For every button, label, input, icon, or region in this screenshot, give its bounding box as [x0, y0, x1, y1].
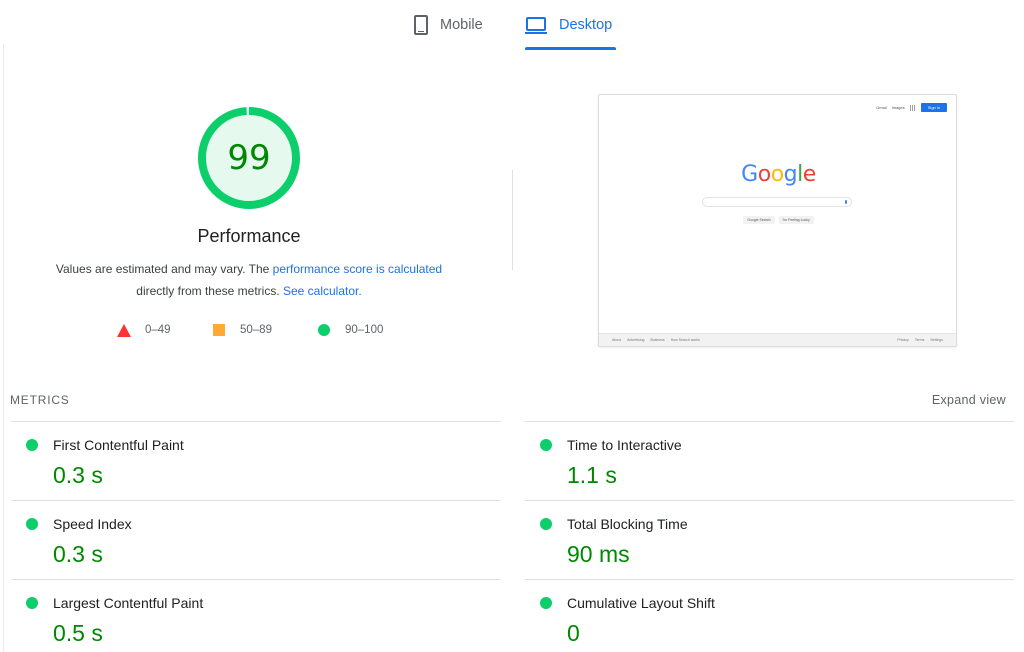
pass-circle-icon [26, 439, 38, 451]
metric-value: 90 ms [567, 541, 630, 567]
thumb-footer-link: Advertising [627, 338, 645, 342]
pass-circle-icon [540, 518, 552, 530]
google-logo: Google [741, 162, 816, 187]
triangle-icon [117, 323, 131, 337]
metric-total-blocking-time: Total Blocking Time 90 ms [525, 500, 1014, 579]
pass-circle-icon [26, 518, 38, 530]
tab-mobile[interactable]: Mobile [414, 10, 483, 40]
thumb-sign-in: Sign in [920, 103, 947, 112]
metrics-right-column: Time to Interactive 1.1 s Total Blocking… [525, 421, 1014, 652]
phone-icon [414, 15, 428, 35]
legend-fail-label: 0–49 [145, 324, 171, 336]
thumb-footer-link: About [612, 338, 622, 342]
thumb-google-search: Google Search [743, 216, 775, 224]
desc-text-1: Values are estimated and may vary. The [55, 262, 273, 276]
thumb-footer: About Advertising Business How Search wo… [599, 333, 956, 346]
pass-circle-icon [540, 597, 552, 609]
form-factor-tabs: Mobile Desktop [0, 0, 1024, 52]
see-calculator-link[interactable]: See calculator. [283, 284, 362, 298]
score-calculation-link[interactable]: performance score is calculated [273, 262, 442, 276]
metric-title: Time to Interactive [567, 437, 682, 453]
apps-icon [909, 104, 916, 111]
metric-title: Total Blocking Time [567, 516, 688, 532]
legend-fail: 0–49 [117, 321, 171, 339]
performance-score: 99 [227, 138, 271, 178]
performance-description: Values are estimated and may vary. The p… [28, 258, 470, 302]
metric-speed-index: Speed Index 0.3 s [11, 500, 501, 579]
metric-cumulative-layout-shift: Cumulative Layout Shift 0 [525, 579, 1014, 652]
legend-pass: 90–100 [318, 321, 383, 339]
metric-title: Cumulative Layout Shift [567, 595, 715, 611]
desc-text-2: directly from these metrics. [136, 284, 283, 298]
metric-first-contentful-paint: First Contentful Paint 0.3 s [11, 421, 501, 500]
thumb-images: Images [891, 105, 905, 110]
expand-view-button[interactable]: Expand view [932, 393, 1006, 407]
thumb-footer-link: Business [650, 338, 665, 342]
thumb-footer-link: Privacy [897, 338, 909, 342]
thumb-feeling-lucky: I'm Feeling Lucky [778, 216, 814, 224]
metric-title: Largest Contentful Paint [53, 595, 204, 611]
metrics-left-column: First Contentful Paint 0.3 s Speed Index… [11, 421, 501, 652]
legend-pass-label: 90–100 [345, 324, 384, 336]
final-screenshot[interactable]: Gmail Images Sign in Google Google Searc… [598, 94, 957, 347]
metric-value: 0 [567, 620, 580, 646]
thumb-header-links: Gmail Images Sign in [871, 103, 947, 112]
thumb-footer-link: How Search works [670, 338, 700, 342]
thumb-search-box [702, 197, 852, 207]
pass-circle-icon [26, 597, 38, 609]
thumb-footer-link: Terms [914, 338, 925, 342]
circle-icon [318, 324, 330, 336]
thumb-footer-link: Settings [930, 338, 943, 342]
center-divider [512, 170, 513, 270]
tab-mobile-label: Mobile [440, 17, 483, 33]
metrics-header: METRICS [10, 393, 70, 407]
square-icon [213, 324, 225, 336]
metric-title: First Contentful Paint [53, 437, 184, 453]
metric-value: 0.5 s [53, 620, 103, 646]
legend-average-label: 50–89 [240, 324, 272, 336]
legend-average: 50–89 [213, 321, 272, 339]
tab-desktop[interactable]: Desktop [525, 10, 612, 40]
laptop-icon [525, 16, 547, 34]
left-divider [3, 44, 4, 652]
metric-time-to-interactive: Time to Interactive 1.1 s [525, 421, 1014, 500]
pass-circle-icon [540, 439, 552, 451]
metric-title: Speed Index [53, 516, 132, 532]
metric-value: 1.1 s [567, 462, 617, 488]
thumb-buttons: Google Search I'm Feeling Lucky [599, 216, 956, 224]
tab-desktop-label: Desktop [559, 17, 613, 33]
thumb-gmail: Gmail [876, 105, 887, 110]
metric-value: 0.3 s [53, 462, 103, 488]
performance-title: Performance [197, 226, 301, 246]
active-tab-indicator [525, 47, 616, 50]
metric-value: 0.3 s [53, 541, 103, 567]
metric-largest-contentful-paint: Largest Contentful Paint 0.5 s [11, 579, 501, 652]
performance-gauge: 99 [197, 106, 301, 210]
